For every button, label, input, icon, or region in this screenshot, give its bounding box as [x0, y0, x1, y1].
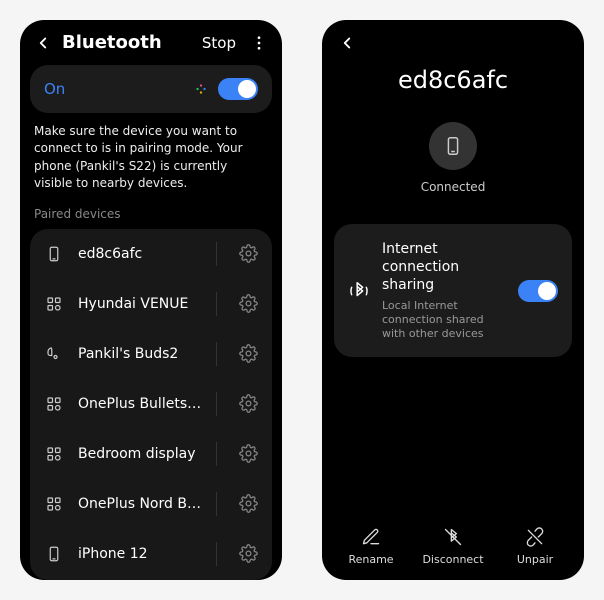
separator — [216, 342, 217, 366]
device-detail-screen: ed8c6afc Connected Internet connection s… — [322, 20, 584, 580]
header — [322, 20, 584, 60]
device-type-badge — [429, 122, 477, 170]
separator — [216, 492, 217, 516]
back-icon[interactable] — [34, 34, 52, 52]
stop-button[interactable]: Stop — [202, 34, 236, 52]
header: Bluetooth Stop — [20, 20, 282, 61]
device-type-icon — [44, 445, 64, 463]
bluetooth-tether-icon — [348, 280, 370, 302]
unpair-button[interactable]: Unpair — [494, 527, 576, 566]
device-row[interactable]: OnePlus Bullets Wireless Z — [30, 379, 272, 429]
device-type-icon — [44, 245, 64, 263]
gear-icon[interactable] — [239, 344, 258, 363]
device-row[interactable]: Bedroom display — [30, 429, 272, 479]
separator — [216, 292, 217, 316]
device-row[interactable]: Hyundai VENUE — [30, 279, 272, 329]
gear-icon[interactable] — [239, 294, 258, 313]
sparkle-icon — [194, 82, 208, 96]
sharing-title: Internet connection sharing — [382, 240, 506, 295]
device-row[interactable]: ed8c6afc — [30, 229, 272, 279]
bluetooth-settings-screen: Bluetooth Stop On Make sure the device y… — [20, 20, 282, 580]
device-name-label: OnePlus Nord Buds CE — [78, 496, 202, 512]
sharing-subtitle: Local Internet connection shared with ot… — [382, 299, 506, 342]
separator — [216, 542, 217, 566]
on-label: On — [44, 80, 194, 98]
gear-icon[interactable] — [239, 394, 258, 413]
bluetooth-switch[interactable] — [218, 78, 258, 100]
disconnect-button[interactable]: Disconnect — [412, 527, 494, 566]
gear-icon[interactable] — [239, 494, 258, 513]
device-type-icon — [44, 495, 64, 513]
connection-status: Connected — [322, 180, 584, 194]
device-type-icon — [44, 295, 64, 313]
page-title: Bluetooth — [62, 32, 192, 53]
device-name-label: Bedroom display — [78, 446, 202, 462]
device-type-icon — [44, 545, 64, 563]
gear-icon[interactable] — [239, 244, 258, 263]
disconnect-label: Disconnect — [422, 553, 483, 566]
section-label: Paired devices — [20, 207, 282, 229]
device-name-label: iPhone 12 — [78, 546, 202, 562]
back-icon[interactable] — [338, 34, 356, 52]
separator — [216, 392, 217, 416]
device-row[interactable]: OnePlus Nord Buds CE — [30, 479, 272, 529]
device-name-label: ed8c6afc — [78, 246, 202, 262]
pairing-description: Make sure the device you want to connect… — [20, 123, 282, 207]
device-name-label: Hyundai VENUE — [78, 296, 202, 312]
device-name: ed8c6afc — [322, 66, 584, 94]
sharing-switch[interactable] — [518, 280, 558, 302]
rename-button[interactable]: Rename — [330, 527, 412, 566]
device-name-label: OnePlus Bullets Wireless Z — [78, 396, 202, 412]
device-type-icon — [44, 395, 64, 413]
internet-sharing-card[interactable]: Internet connection sharing Local Intern… — [334, 224, 572, 357]
bluetooth-toggle-row[interactable]: On — [30, 65, 272, 113]
gear-icon[interactable] — [239, 444, 258, 463]
rename-label: Rename — [348, 553, 393, 566]
more-icon[interactable] — [250, 34, 268, 52]
separator — [216, 242, 217, 266]
bottom-action-bar: Rename Disconnect Unpair — [322, 515, 584, 580]
device-row[interactable]: Pankil's Buds2 — [30, 329, 272, 379]
gear-icon[interactable] — [239, 544, 258, 563]
device-type-icon — [44, 345, 64, 363]
paired-devices-list: ed8c6afc Hyundai VENUE Pankil's Buds2 On… — [30, 229, 272, 580]
device-name-label: Pankil's Buds2 — [78, 346, 202, 362]
device-row[interactable]: iPhone 12 — [30, 529, 272, 579]
unpair-label: Unpair — [517, 553, 553, 566]
separator — [216, 442, 217, 466]
